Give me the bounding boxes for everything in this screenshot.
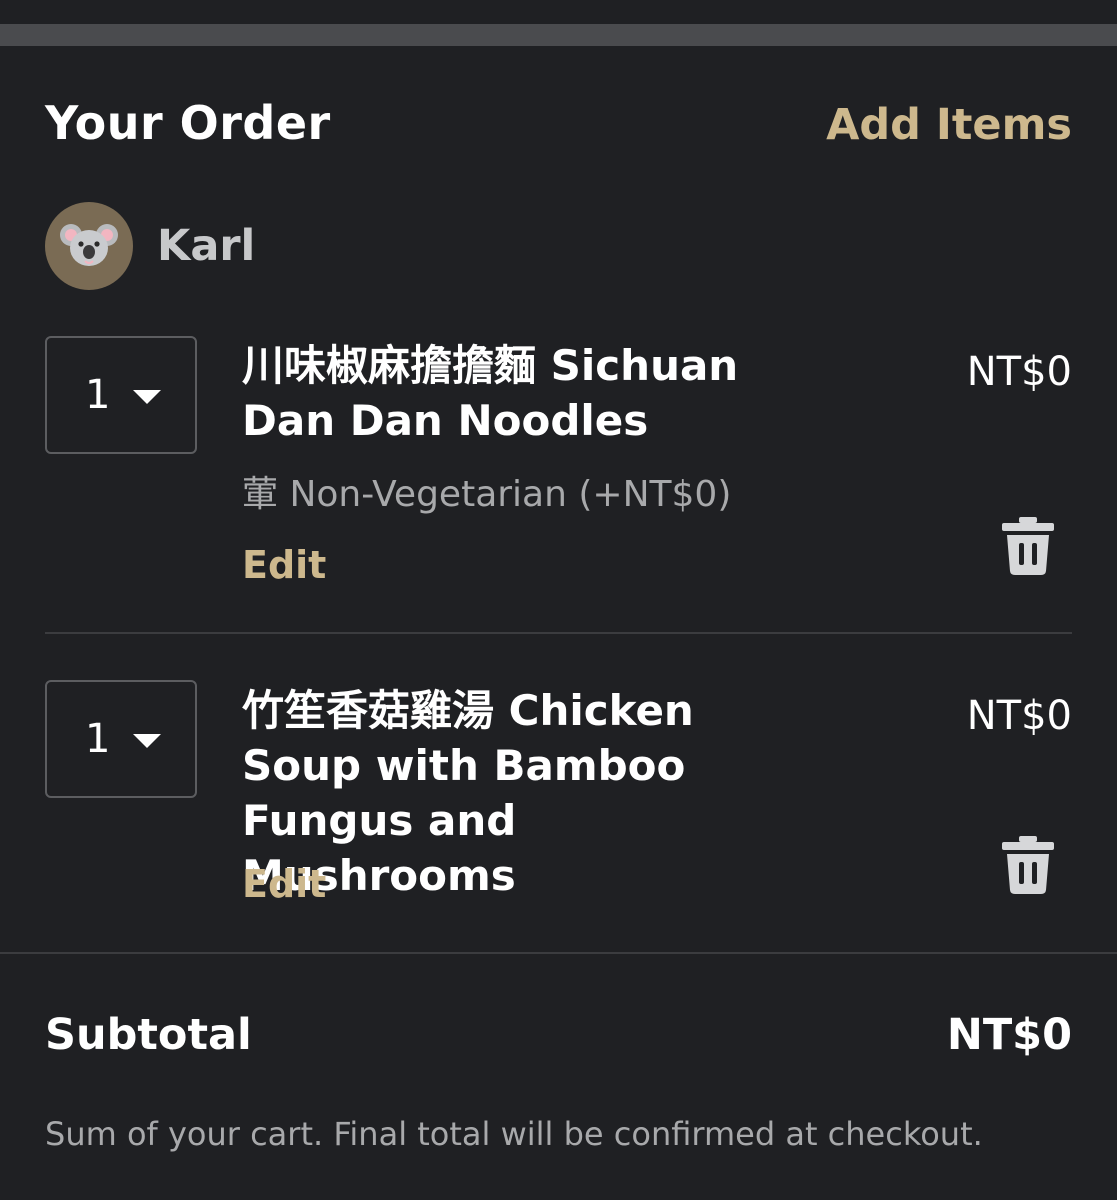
caret-down-icon [133,390,161,404]
quantity-select[interactable]: 1 [45,680,197,798]
item-option: 葷 Non-Vegetarian (+NT$0) [242,474,732,515]
item-divider [45,632,1072,634]
quantity-select[interactable]: 1 [45,336,197,454]
trash-icon[interactable] [1002,517,1054,575]
subtotal-label: Subtotal [45,1010,252,1060]
subtotal-value: NT$0 [946,1010,1072,1060]
koala-icon [60,224,118,266]
item-price: NT$0 [966,693,1072,739]
subtotal-footnote: Sum of your cart. Final total will be co… [45,1115,983,1153]
avatar [45,202,133,290]
user-name: Karl [157,221,256,271]
edit-item-link[interactable]: Edit [242,862,326,906]
top-bar [0,24,1117,46]
section-divider [0,952,1117,954]
add-items-link[interactable]: Add Items [826,100,1072,150]
user-row: Karl [45,202,255,290]
edit-item-link[interactable]: Edit [242,543,326,587]
item-name: 川味椒麻擔擔麵 Sichuan Dan Dan Noodles [242,341,739,445]
quantity-value: 1 [85,372,111,418]
order-title: Your Order [45,96,331,150]
caret-down-icon [133,734,161,748]
item-price: NT$0 [966,349,1072,395]
top-strip [0,0,1117,24]
quantity-value: 1 [85,716,111,762]
trash-icon[interactable] [1002,836,1054,894]
